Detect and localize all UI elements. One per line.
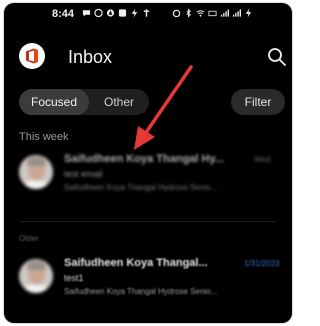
status-bar: 8:44 (4, 3, 292, 25)
spark-icon (131, 8, 138, 18)
search-icon[interactable] (266, 46, 288, 68)
wifi-icon (196, 10, 205, 17)
inbox-tab-switcher: Focused Other (19, 89, 149, 115)
status-time: 8:44 (52, 8, 75, 20)
email-date: 1/31/2023 (244, 259, 280, 268)
avatar (19, 259, 53, 293)
email-sender: Saifudheen Koya Thangal Hy... (64, 153, 224, 165)
message-icon (82, 10, 91, 17)
alarm-icon (172, 9, 181, 18)
email-date: Wed (254, 155, 271, 164)
whatsapp-icon (94, 8, 103, 18)
email-subject: test1 (64, 273, 84, 283)
tab-other[interactable]: Other (89, 89, 149, 115)
phone-screen: 8:44 Inbox Focused Other Filter This wee… (4, 3, 292, 323)
email-subject: test email (64, 169, 103, 179)
email-preview: Saifudheen Koya Thangal Hydrose Senio... (64, 183, 218, 192)
avatar (19, 155, 53, 189)
location-icon (106, 9, 115, 17)
section-header-older: Older (19, 234, 39, 243)
section-header-this-week: This week (19, 131, 69, 143)
divider (19, 221, 277, 222)
email-preview: Saifudheen Koya Thangal Hydrose Senio... (64, 287, 218, 296)
yahoo-icon (118, 9, 127, 17)
office-logo-icon[interactable] (19, 43, 45, 69)
email-list-item[interactable]: Saifudheen Koya Thangal... 1/31/2023 tes… (4, 251, 292, 311)
tab-focused[interactable]: Focused (19, 89, 89, 115)
signal-icon (220, 9, 229, 17)
email-sender: Saifudheen Koya Thangal... (64, 257, 208, 269)
signal-icon (232, 9, 241, 17)
filter-button[interactable]: Filter (231, 89, 285, 115)
t-icon (143, 9, 150, 17)
system-icons (172, 8, 253, 18)
page-title: Inbox (68, 47, 113, 67)
notification-icons (82, 8, 151, 18)
bluetooth-icon (186, 8, 191, 18)
email-list-item[interactable]: Saifudheen Koya Thangal Hy... Wed test e… (4, 147, 292, 207)
volte-icon (208, 10, 217, 17)
battery-charging-icon (245, 8, 252, 18)
